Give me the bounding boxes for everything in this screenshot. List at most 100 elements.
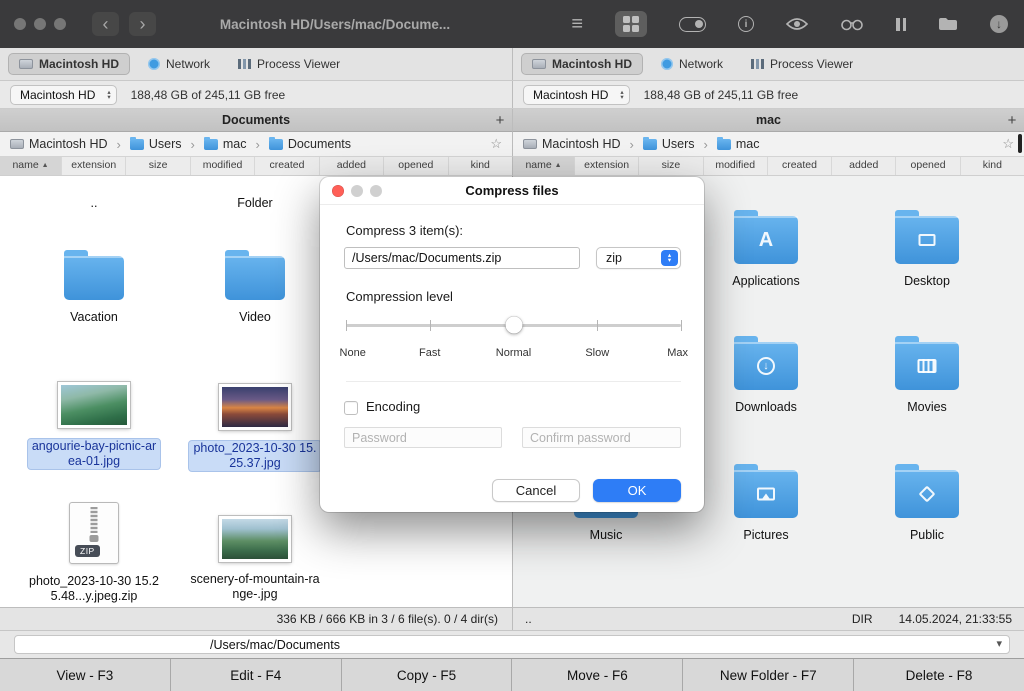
- tab-process-viewer-left[interactable]: Process Viewer: [228, 53, 350, 75]
- status-item-date: 14.05.2024, 21:33:55: [898, 612, 1012, 626]
- new-folder-icon[interactable]: [938, 17, 958, 32]
- slider-thumb[interactable]: [505, 316, 522, 334]
- info-icon[interactable]: i: [738, 16, 754, 32]
- column-kind[interactable]: kind: [449, 157, 512, 175]
- zoom-window-button[interactable]: [54, 18, 66, 30]
- new-folder-f7-button[interactable]: New Folder - F7: [683, 659, 855, 691]
- compression-slider[interactable]: [346, 316, 682, 334]
- list-item[interactable]: Downloads: [691, 326, 841, 415]
- crumb-mac[interactable]: mac: [223, 137, 247, 151]
- list-item[interactable]: Desktop: [852, 200, 1002, 289]
- move-f6-button[interactable]: Move - F6: [512, 659, 684, 691]
- edit-f4-button[interactable]: Edit - F4: [171, 659, 342, 691]
- password-field[interactable]: [344, 427, 502, 448]
- dialog-close-button[interactable]: [332, 184, 344, 197]
- toggle-panels-icon[interactable]: [679, 16, 706, 32]
- left-pane-title-bar: Documents +: [0, 109, 512, 132]
- column-created[interactable]: created: [255, 157, 320, 175]
- desktop-folder-icon: [895, 210, 959, 264]
- crumb-macintosh-hd[interactable]: Macintosh HD: [29, 137, 108, 151]
- status-row: 336 KB / 666 KB in 3 / 6 file(s). 0 / 4 …: [0, 607, 1024, 630]
- column-header-row: name ▲ extension size modified created a…: [0, 157, 1024, 176]
- drive-selector-right[interactable]: Macintosh HD ▴ ▾: [523, 84, 630, 105]
- downloads-queue-icon[interactable]: ↓: [990, 15, 1008, 33]
- right-drive-row: Macintosh HD ▴ ▾ 188,48 GB of 245,11 GB f…: [512, 81, 1024, 108]
- crumb-macintosh-hd[interactable]: Macintosh HD: [542, 137, 621, 151]
- list-item[interactable]: Public: [852, 454, 1002, 543]
- tab-macintosh-hd-right[interactable]: Macintosh HD: [521, 53, 644, 75]
- list-item[interactable]: photo_2023-10-30 15.25.37.jpg: [180, 374, 330, 472]
- path-input[interactable]: /Users/mac/Documents ▾: [14, 635, 1010, 654]
- cancel-button[interactable]: Cancel: [492, 479, 580, 502]
- favorite-star-icon[interactable]: ☆: [1002, 136, 1014, 152]
- add-tab-button-right[interactable]: +: [1000, 112, 1024, 129]
- zip-file-icon: ZIP: [69, 502, 119, 564]
- list-item[interactable]: Applications: [691, 200, 841, 289]
- minimize-window-button[interactable]: [34, 18, 46, 30]
- archive-name-input[interactable]: [344, 247, 580, 269]
- column-name[interactable]: name ▲: [0, 157, 62, 175]
- drive-stepper-icon: ▴ ▾: [620, 88, 624, 101]
- preview-eye-icon[interactable]: [786, 17, 808, 31]
- tab-macintosh-hd-left[interactable]: Macintosh HD: [8, 53, 131, 75]
- list-item[interactable]: Movies: [852, 326, 1002, 415]
- tab-process-viewer-right[interactable]: Process Viewer: [741, 53, 863, 75]
- column-name[interactable]: name ▲: [513, 157, 575, 175]
- view-f3-button[interactable]: View - F3: [0, 659, 171, 691]
- close-window-button[interactable]: [14, 18, 26, 30]
- item-label-selected: photo_2023-10-30 15.25.37.jpg: [188, 440, 322, 472]
- list-item[interactable]: Video: [180, 238, 330, 325]
- level-none: None: [339, 347, 366, 359]
- format-select[interactable]: zip ▴ ▾: [596, 247, 681, 269]
- column-added[interactable]: added: [320, 157, 385, 175]
- compression-level-label: Compression level: [346, 289, 453, 304]
- tab-network-right[interactable]: Network: [651, 53, 733, 75]
- scrollbar-thumb[interactable]: [1018, 134, 1022, 153]
- confirm-password-field[interactable]: [522, 427, 681, 448]
- crumb-mac[interactable]: mac: [736, 137, 760, 151]
- item-label: Video: [239, 310, 271, 324]
- list-item[interactable]: scenery-of-mountain-range-.jpg: [180, 506, 330, 602]
- tab-network-left[interactable]: Network: [138, 53, 220, 75]
- crumb-users[interactable]: Users: [149, 137, 182, 151]
- column-created[interactable]: created: [768, 157, 833, 175]
- item-kind-label: Folder: [237, 196, 273, 210]
- column-modified[interactable]: modified: [704, 157, 768, 175]
- list-item[interactable]: ZIP photo_2023-10-30 15.25.48...y.jpeg.z…: [19, 498, 169, 604]
- column-modified[interactable]: modified: [191, 157, 256, 175]
- public-folder-icon: [895, 464, 959, 518]
- list-view-icon[interactable]: ≡: [571, 14, 583, 34]
- drive-selector-left[interactable]: Macintosh HD ▴ ▾: [10, 84, 117, 105]
- list-item[interactable]: ..: [19, 186, 169, 211]
- delete-f8-button[interactable]: Delete - F8: [854, 659, 1024, 691]
- back-icon[interactable]: ‹: [92, 12, 119, 36]
- favorite-star-icon[interactable]: ☆: [490, 136, 502, 152]
- crumb-documents[interactable]: Documents: [288, 137, 351, 151]
- column-extension[interactable]: extension: [62, 157, 127, 175]
- list-item[interactable]: Vacation: [19, 238, 169, 325]
- forward-icon[interactable]: ›: [129, 12, 156, 36]
- column-opened[interactable]: opened: [896, 157, 961, 175]
- column-size[interactable]: size: [639, 157, 704, 175]
- pause-queue-icon[interactable]: [896, 17, 906, 31]
- drive-icon: [523, 139, 537, 149]
- ok-button[interactable]: OK: [593, 479, 681, 502]
- folder-icon: [225, 250, 285, 300]
- list-item[interactable]: angourie-bay-picnic-area-01.jpg: [19, 372, 169, 470]
- crumb-users[interactable]: Users: [662, 137, 695, 151]
- add-tab-button-left[interactable]: +: [488, 112, 512, 129]
- icon-view-icon[interactable]: [615, 11, 647, 37]
- list-item[interactable]: Pictures: [691, 454, 841, 543]
- column-size[interactable]: size: [126, 157, 191, 175]
- slider-tick: [681, 320, 682, 331]
- list-item[interactable]: Folder: [180, 186, 330, 211]
- downloads-folder-icon: [734, 336, 798, 390]
- column-kind[interactable]: kind: [961, 157, 1024, 175]
- column-opened[interactable]: opened: [384, 157, 449, 175]
- encoding-checkbox[interactable]: [344, 401, 358, 415]
- search-binoculars-icon[interactable]: [840, 16, 864, 32]
- copy-f5-button[interactable]: Copy - F5: [342, 659, 513, 691]
- column-added[interactable]: added: [832, 157, 897, 175]
- column-extension[interactable]: extension: [575, 157, 640, 175]
- chevron-down-icon[interactable]: ▾: [996, 637, 1002, 650]
